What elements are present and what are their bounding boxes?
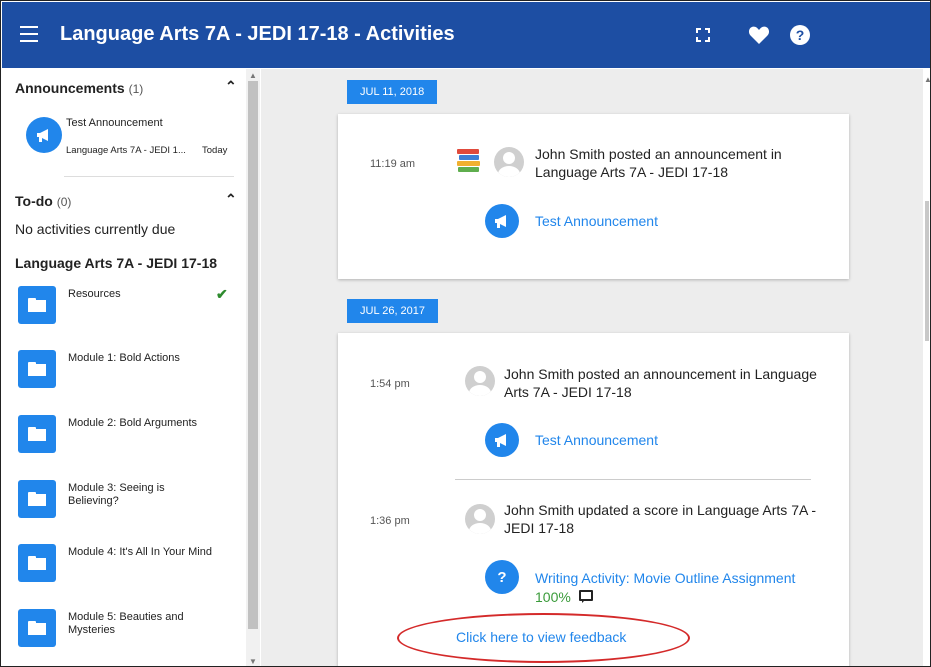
collapse-announcements-icon[interactable]: ⌃ bbox=[225, 78, 237, 95]
entry-time: 11:19 am bbox=[370, 158, 416, 170]
module-label: Module 5: Beauties and Mysteries bbox=[68, 611, 184, 636]
divider bbox=[455, 479, 811, 480]
announcement-title: Test Announcement bbox=[66, 117, 163, 129]
comment-icon[interactable] bbox=[579, 590, 593, 603]
megaphone-icon bbox=[26, 117, 62, 153]
announcement-item[interactable]: Test Announcement Language Arts 7A - JED… bbox=[18, 117, 238, 165]
announcement-date: Today bbox=[202, 145, 228, 156]
folder-icon bbox=[18, 286, 56, 324]
scroll-down-icon[interactable]: ▼ bbox=[249, 657, 257, 666]
collapse-todo-icon[interactable]: ⌃ bbox=[225, 191, 237, 208]
announcement-link[interactable]: Test Announcement bbox=[535, 213, 658, 229]
page-title: Language Arts 7A - JEDI 17-18 - Activiti… bbox=[60, 23, 455, 45]
score-value: 100% bbox=[535, 589, 571, 605]
module-item-5[interactable]: Module 5: Beauties and Mysteries bbox=[18, 609, 240, 659]
folder-icon bbox=[18, 609, 56, 647]
todo-heading[interactable]: To-do (0) bbox=[15, 193, 71, 209]
scroll-up-icon[interactable]: ▲ bbox=[249, 71, 257, 80]
module-item-3[interactable]: Module 3: Seeing is Believing? bbox=[18, 480, 240, 530]
folder-icon bbox=[18, 350, 56, 388]
folder-icon bbox=[18, 544, 56, 582]
course-title: Language Arts 7A - JEDI 17-18 bbox=[15, 255, 218, 271]
sidebar-scrollbar[interactable]: ▲ ▼ bbox=[246, 69, 260, 666]
assignment-link[interactable]: Writing Activity: Movie Outline Assignme… bbox=[535, 570, 795, 586]
entry-text: John Smith updated a score in Language A… bbox=[504, 502, 817, 536]
megaphone-icon[interactable] bbox=[485, 423, 519, 457]
activity-feed: JUL 11, 2018 11:19 am John Smith posted … bbox=[261, 69, 930, 666]
announcement-link[interactable]: Test Announcement bbox=[535, 432, 658, 448]
sidebar-scroll-thumb[interactable] bbox=[248, 81, 258, 629]
entry-text: John Smith posted an announcement in Lan… bbox=[535, 146, 782, 180]
date-chip: JUL 26, 2017 bbox=[347, 299, 439, 323]
announcements-heading[interactable]: Announcements (1) bbox=[15, 80, 143, 96]
user-avatar bbox=[494, 147, 524, 177]
date-chip: JUL 11, 2018 bbox=[347, 80, 438, 104]
announcements-count: (1) bbox=[128, 82, 144, 96]
module-label: Module 4: It's All In Your Mind bbox=[68, 546, 212, 558]
app-window: Language Arts 7A - JEDI 17-18 - Activiti… bbox=[0, 0, 931, 667]
checkmark-icon: ✔ bbox=[216, 286, 228, 302]
module-item-resources[interactable]: Resources ✔ bbox=[18, 286, 240, 336]
folder-icon bbox=[18, 415, 56, 453]
menu-icon[interactable] bbox=[20, 26, 38, 42]
module-item-2[interactable]: Module 2: Bold Arguments bbox=[18, 415, 240, 465]
module-label: Module 1: Bold Actions bbox=[68, 352, 180, 364]
heart-icon[interactable] bbox=[748, 24, 770, 46]
fullscreen-icon[interactable] bbox=[692, 24, 714, 46]
divider bbox=[64, 176, 234, 177]
entry-time: 1:54 pm bbox=[370, 378, 410, 390]
todo-empty-text: No activities currently due bbox=[15, 221, 176, 237]
help-icon[interactable]: ? bbox=[789, 24, 811, 46]
scroll-up-icon[interactable]: ▲ bbox=[924, 75, 930, 84]
main-scroll-thumb[interactable] bbox=[925, 201, 929, 341]
module-label: Module 2: Bold Arguments bbox=[68, 417, 198, 429]
folder-icon bbox=[18, 480, 56, 518]
course-books-icon bbox=[454, 146, 484, 176]
module-label: Resources bbox=[68, 288, 121, 300]
activity-card: 11:19 am John Smith posted an announceme… bbox=[338, 114, 849, 279]
todo-count: (0) bbox=[56, 195, 72, 209]
entry-time: 1:36 pm bbox=[370, 515, 410, 527]
megaphone-icon[interactable] bbox=[485, 204, 519, 238]
question-mark-icon[interactable]: ? bbox=[485, 560, 519, 594]
user-avatar bbox=[465, 504, 495, 534]
announcement-course: Language Arts 7A - JEDI 1... bbox=[66, 145, 186, 156]
module-item-4[interactable]: Module 4: It's All In Your Mind bbox=[18, 544, 240, 594]
view-feedback-link[interactable]: Click here to view feedback bbox=[456, 629, 626, 645]
user-avatar bbox=[465, 366, 495, 396]
module-item-1[interactable]: Module 1: Bold Actions bbox=[18, 350, 240, 400]
sidebar: Announcements (1) ⌃ Test Announcement La… bbox=[2, 69, 260, 666]
entry-text: John Smith posted an announcement in Lan… bbox=[504, 366, 817, 400]
module-label: Module 3: Seeing is Believing? bbox=[68, 482, 165, 507]
top-bar: Language Arts 7A - JEDI 17-18 - Activiti… bbox=[2, 2, 930, 68]
main-scrollbar[interactable] bbox=[923, 69, 930, 666]
